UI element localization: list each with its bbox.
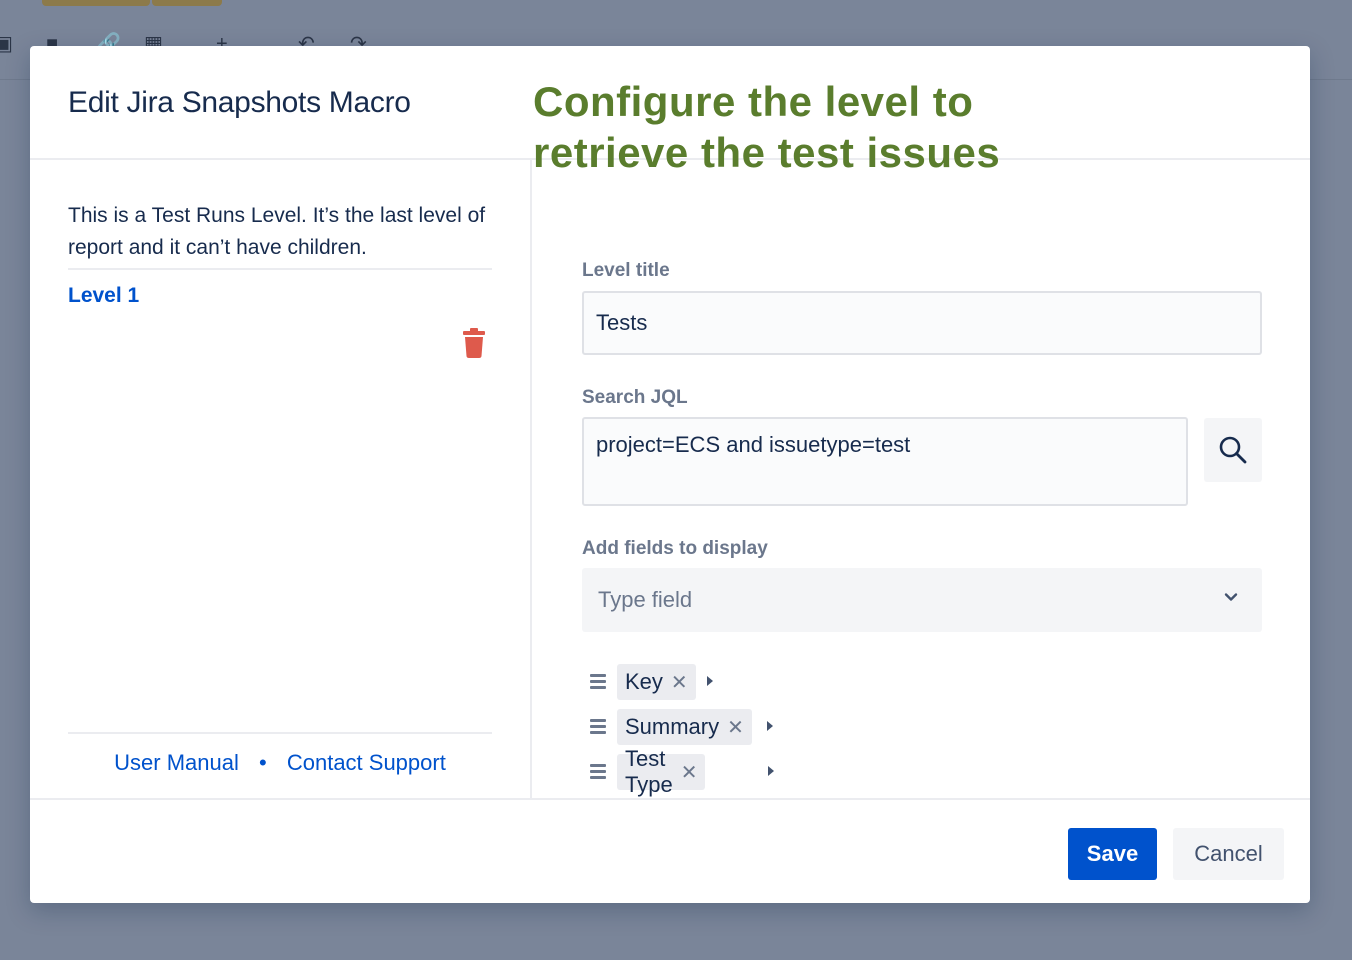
field-chip-label: Summary: [625, 714, 720, 739]
add-fields-label: Add fields to display: [582, 538, 768, 559]
level-config-pane: Level title Tests Search JQL project=ECS…: [534, 160, 1310, 798]
field-select[interactable]: Type field: [582, 568, 1262, 632]
expand-field-icon[interactable]: [707, 676, 713, 686]
drag-handle-icon[interactable]: [590, 764, 606, 780]
annotation-line-2: retrieve the test issues: [533, 129, 1001, 176]
level-description: This is a Test Runs Level. It’s the last…: [68, 200, 492, 270]
level-tree-pane: This is a Test Runs Level. It’s the last…: [30, 160, 532, 798]
background-tab: [152, 0, 222, 6]
field-chip-label: Test Type: [625, 746, 673, 797]
annotation-callout: Configure the level to retrieve the test…: [533, 76, 1093, 178]
edit-macro-dialog: Edit Jira Snapshots Macro Configure the …: [30, 46, 1310, 903]
modal-footer: Save Cancel: [30, 798, 1310, 903]
search-jql-label: Search JQL: [582, 387, 688, 408]
contact-support-link[interactable]: Contact Support: [287, 750, 446, 775]
expand-field-icon[interactable]: [768, 766, 774, 776]
trash-icon[interactable]: [462, 328, 486, 358]
layout-icon: ▣: [0, 33, 13, 55]
save-button[interactable]: Save: [1068, 828, 1157, 880]
modal-title: Edit Jira Snapshots Macro: [68, 86, 411, 119]
user-manual-link[interactable]: User Manual: [114, 750, 239, 775]
drag-handle-icon[interactable]: [590, 674, 606, 690]
search-icon: [1219, 436, 1247, 464]
remove-field-icon[interactable]: ✕: [681, 760, 698, 785]
expand-field-icon[interactable]: [767, 721, 773, 731]
remove-field-icon[interactable]: ✕: [671, 670, 688, 695]
jql-input[interactable]: project=ECS and issuetype=test: [582, 417, 1188, 506]
annotation-line-1: Configure the level to: [533, 78, 974, 125]
field-chip-label: Key: [625, 669, 663, 694]
field-select-placeholder: Type field: [598, 587, 693, 612]
level-title-label: Level title: [582, 260, 670, 281]
drag-handle-icon[interactable]: [590, 719, 606, 735]
field-chip: Summary ✕: [617, 709, 752, 745]
background-tab: [42, 0, 150, 6]
level-1-link[interactable]: Level 1: [68, 284, 139, 308]
field-chip: Key ✕: [617, 664, 696, 700]
level-title-input[interactable]: Tests: [582, 291, 1262, 355]
cancel-button[interactable]: Cancel: [1173, 828, 1284, 880]
field-chip: Test Type ✕: [617, 746, 706, 797]
remove-field-icon[interactable]: ✕: [727, 715, 744, 740]
chevron-down-icon: [1224, 593, 1238, 601]
link-separator: •: [259, 750, 267, 775]
help-links: User Manual • Contact Support: [68, 732, 492, 776]
search-button[interactable]: [1204, 418, 1262, 482]
